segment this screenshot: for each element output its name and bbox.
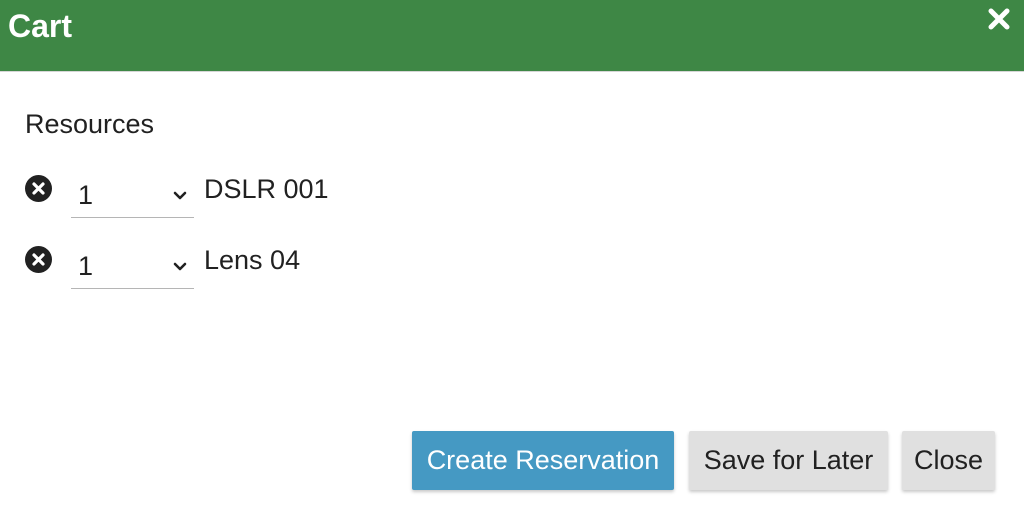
dialog-title: Cart <box>8 8 73 44</box>
quantity-select[interactable]: 1 <box>71 172 194 218</box>
close-x-icon[interactable] <box>986 6 1012 32</box>
cart-item: 1 DSLR 001 <box>0 172 1024 232</box>
item-name: DSLR 001 <box>204 174 329 204</box>
remove-circle-icon[interactable] <box>25 246 52 273</box>
quantity-select[interactable]: 1 <box>71 243 194 289</box>
create-reservation-button[interactable]: Create Reservation <box>412 431 674 490</box>
chevron-down-icon <box>173 259 187 271</box>
quantity-value: 1 <box>78 251 94 281</box>
item-name: Lens 04 <box>204 245 301 275</box>
save-for-later-button[interactable]: Save for Later <box>689 431 888 490</box>
resources-heading: Resources <box>25 109 155 139</box>
close-button[interactable]: Close <box>902 431 995 490</box>
remove-circle-icon[interactable] <box>25 175 52 202</box>
cart-dialog: Cart Resources 1 DSLR 001 1 Lens 04 Crea… <box>0 0 1024 508</box>
cart-item: 1 Lens 04 <box>0 243 1024 303</box>
chevron-down-icon <box>173 188 187 200</box>
dialog-header: Cart <box>0 0 1024 72</box>
quantity-value: 1 <box>78 180 94 210</box>
